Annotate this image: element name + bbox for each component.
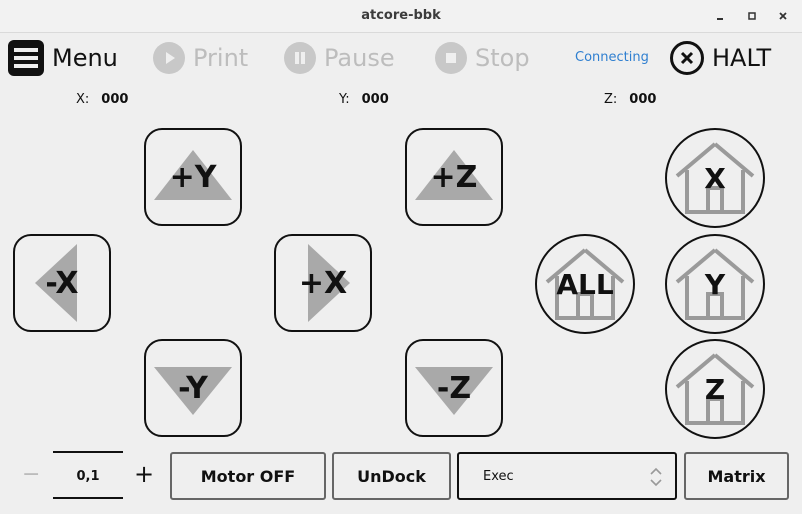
halt-label: HALT — [712, 44, 772, 72]
z-axis-value: 000 — [629, 92, 657, 107]
motor-off-button[interactable]: Motor OFF — [170, 452, 326, 500]
window-title: atcore-bbk — [361, 8, 441, 23]
undock-button[interactable]: UnDock — [332, 452, 451, 500]
play-icon — [153, 42, 185, 74]
jog-plus-z-button[interactable]: +Z — [405, 128, 503, 226]
close-circle-icon — [670, 41, 704, 75]
mode-select[interactable]: Exec — [457, 452, 677, 500]
jog-minus-y-button[interactable]: -Y — [144, 339, 242, 437]
jog-minus-z-button[interactable]: -Z — [405, 339, 503, 437]
jog-plus-y-label: +Y — [169, 159, 217, 195]
mode-select-value: Exec — [483, 469, 514, 484]
jog-plus-z-label: +Z — [430, 159, 478, 195]
stop-label: Stop — [475, 44, 530, 72]
matrix-button[interactable]: Matrix — [684, 452, 789, 500]
home-z-label: Z — [704, 372, 726, 406]
step-size-field[interactable]: 0,1 — [53, 451, 123, 499]
print-label: Print — [193, 44, 249, 72]
jog-minus-y-label: -Y — [178, 370, 208, 406]
jog-minus-z-label: -Z — [436, 370, 472, 406]
x-position-readout: X: 000 — [76, 92, 128, 107]
halt-button[interactable]: HALT — [670, 38, 771, 78]
home-z-button[interactable]: Z — [665, 339, 765, 439]
step-size-value: 0,1 — [76, 469, 100, 484]
jog-plus-x-label: +X — [298, 265, 348, 301]
step-decrease-button[interactable]: − — [22, 462, 40, 487]
pause-label: Pause — [324, 44, 395, 72]
home-y-button[interactable]: Y — [665, 234, 765, 334]
y-axis-label: Y: — [339, 92, 350, 107]
close-window-icon[interactable] — [776, 9, 790, 23]
home-all-label: ALL — [556, 267, 614, 301]
x-axis-value: 000 — [101, 92, 129, 107]
home-all-button[interactable]: ALL — [535, 234, 635, 334]
jog-plus-x-button[interactable]: +X — [274, 234, 372, 332]
menu-label: Menu — [52, 44, 118, 72]
updown-chevron-icon — [650, 467, 662, 487]
connection-status: Connecting — [575, 50, 649, 65]
hamburger-menu-icon — [8, 40, 44, 76]
pause-icon — [284, 42, 316, 74]
jog-minus-x-button[interactable]: -X — [13, 234, 111, 332]
print-button[interactable]: Print — [153, 38, 248, 78]
jog-plus-y-button[interactable]: +Y — [144, 128, 242, 226]
jog-minus-x-label: -X — [45, 265, 79, 301]
home-x-label: X — [704, 161, 726, 195]
y-axis-value: 000 — [361, 92, 389, 107]
step-increase-button[interactable]: + — [134, 460, 154, 488]
z-position-readout: Z: 000 — [604, 92, 656, 107]
stop-button[interactable]: Stop — [435, 38, 530, 78]
z-axis-label: Z: — [604, 92, 618, 107]
pause-button[interactable]: Pause — [284, 38, 395, 78]
menu-button[interactable]: Menu — [8, 38, 118, 78]
title-bar: atcore-bbk — [0, 0, 802, 33]
home-x-button[interactable]: X — [665, 128, 765, 228]
stop-icon — [435, 42, 467, 74]
y-position-readout: Y: 000 — [339, 92, 389, 107]
home-y-label: Y — [704, 267, 726, 301]
minimize-icon[interactable] — [713, 9, 727, 23]
x-axis-label: X: — [76, 92, 90, 107]
maximize-icon[interactable] — [745, 9, 759, 23]
